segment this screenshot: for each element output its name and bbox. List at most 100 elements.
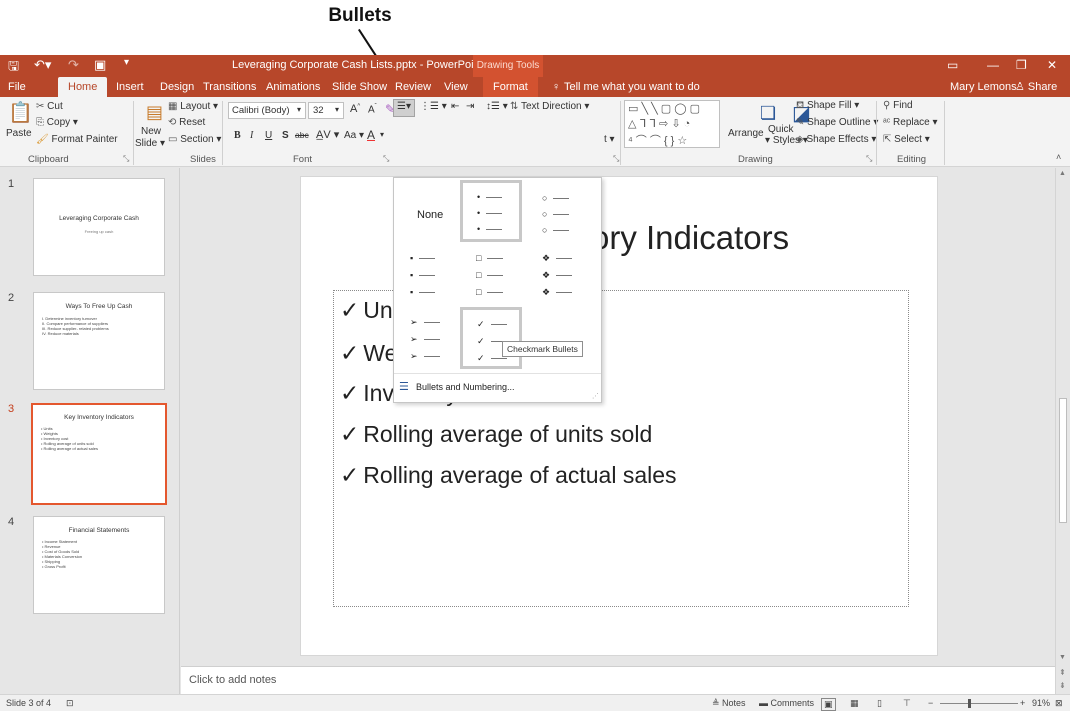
zoom-slider[interactable] (940, 703, 1018, 704)
underline-button[interactable]: U (265, 130, 272, 141)
paste-icon[interactable]: 📋 (8, 100, 33, 125)
minimize-icon[interactable]: — (987, 58, 999, 72)
arrange-icon[interactable]: ❏ (760, 103, 776, 124)
layout-button[interactable]: ▦ Layout ▾ (168, 101, 218, 112)
tab-transitions[interactable]: Transitions (203, 77, 256, 97)
tab-design[interactable]: Design (160, 77, 194, 97)
new-slide-icon[interactable]: ▤ (146, 102, 163, 123)
bullet-line[interactable]: ✓ Rolling average of actual sales (340, 462, 677, 489)
tell-me-search[interactable]: Tell me what you want to do (564, 77, 700, 97)
tab-home[interactable]: Home (58, 77, 108, 97)
drawing-launcher-icon[interactable]: ⤡ (866, 154, 872, 164)
format-painter-button[interactable]: 🖌 Format Painter (36, 134, 118, 145)
close-icon[interactable]: ✕ (1047, 58, 1057, 72)
clipboard-launcher-icon[interactable]: ⤡ (123, 154, 129, 164)
slide-title[interactable]: ory Indicators (591, 219, 789, 257)
bullet-option-hollow-round[interactable]: ○ ○ ○ (528, 181, 590, 243)
text-direction-button[interactable]: ⇅ Text Direction ▾ (510, 101, 589, 112)
tab-slide-show[interactable]: Slide Show (332, 77, 387, 97)
spell-check-icon[interactable]: ⊡ (66, 698, 74, 709)
paragraph-launcher-icon[interactable]: ⤡ (613, 154, 619, 164)
start-from-beginning-icon[interactable]: ▣ (94, 57, 106, 73)
paste-button[interactable]: Paste (6, 128, 32, 139)
tab-file[interactable]: File (8, 77, 26, 97)
comments-toggle[interactable]: ▬ Comments (759, 698, 814, 708)
resize-grip-icon[interactable]: ⋰ (592, 392, 599, 400)
bullet-option-filled-round[interactable]: • • • (460, 180, 522, 242)
slide-sorter-icon[interactable]: ▦ (850, 698, 859, 709)
change-case-button[interactable]: Aa ▾ (344, 130, 364, 141)
convert-to-smartart-partial[interactable]: t ▾ (604, 134, 615, 145)
bullet-option-arrow[interactable]: ➢ ➢ ➢ (396, 309, 458, 371)
bullet-option-filled-square[interactable]: ▪ ▪ ▪ (396, 245, 458, 307)
tab-animations[interactable]: Animations (266, 77, 320, 97)
slide-thumbnail-4[interactable]: Financial Statements • Income Statement … (33, 516, 165, 614)
copy-button[interactable]: ⎘ Copy ▾ (36, 117, 78, 128)
section-button[interactable]: ▭ Section ▾ (168, 134, 221, 145)
notes-pane[interactable]: Click to add notes (181, 666, 1055, 694)
restore-icon[interactable]: ❐ (1016, 58, 1027, 72)
share-button[interactable]: ♙ Share (1015, 77, 1057, 97)
new-slide-dropdown[interactable]: Slide ▾ (135, 138, 165, 149)
font-size-box[interactable]: 32 ▾ (308, 102, 344, 119)
increase-font-size-button[interactable]: A^ (350, 103, 360, 115)
scrollbar-thumb[interactable] (1059, 398, 1067, 523)
font-launcher-icon[interactable]: ⤡ (383, 154, 389, 164)
arrange-button[interactable]: Arrange (728, 128, 764, 139)
collapse-ribbon-icon[interactable]: ˄ (1056, 152, 1061, 162)
customize-qat-icon[interactable]: ▾ (124, 57, 129, 68)
bullet-option-checkmark[interactable]: ✓ ✓ ✓ (460, 307, 522, 369)
new-slide-button[interactable]: New (141, 126, 161, 137)
bullet-option-none[interactable]: None (396, 181, 458, 243)
chevron-down-icon[interactable]: ▾ (380, 130, 384, 139)
decrease-indent-button[interactable]: ⇤ (451, 101, 459, 112)
tab-review[interactable]: Review (395, 77, 431, 97)
slide-thumbnail-1[interactable]: Leveraging Corporate Cash Freeing up cas… (33, 178, 165, 276)
bullet-line[interactable]: ✓ Rolling average of units sold (340, 421, 652, 448)
bullets-and-numbering-item[interactable]: ☰ Bullets and Numbering... ⋰ (394, 373, 601, 402)
bold-button[interactable]: B (234, 130, 241, 141)
scroll-up-icon[interactable]: ▲ (1059, 170, 1066, 177)
slide-thumbnail-2[interactable]: Ways To Free Up Cash I. Determine invent… (33, 292, 165, 390)
numbering-button[interactable]: ⋮☰ ▾ (420, 101, 447, 112)
zoom-slider-thumb[interactable] (968, 699, 971, 708)
scroll-down-icon[interactable]: ▼ (1059, 654, 1066, 661)
select-button[interactable]: ⇱ Select ▾ (883, 134, 930, 145)
italic-button[interactable]: I (250, 130, 253, 141)
tab-insert[interactable]: Insert (116, 77, 144, 97)
cut-button[interactable]: ✂ Cut (36, 101, 63, 112)
reset-button[interactable]: ⟲ Reset (168, 117, 205, 128)
zoom-in-icon[interactable]: + (1020, 698, 1025, 708)
decrease-font-size-button[interactable]: Aˇ (368, 104, 377, 115)
shadow-button[interactable]: S (282, 130, 289, 141)
bullet-option-star[interactable]: ❖ ❖ ❖ (528, 245, 590, 307)
slideshow-view-icon[interactable]: ⊤ (903, 698, 911, 709)
tab-format[interactable]: Format (483, 77, 538, 97)
redo-icon[interactable]: ↷ (68, 57, 79, 73)
fit-to-window-icon[interactable]: ⊠ (1055, 698, 1063, 709)
shape-effects-button[interactable]: ◈ Shape Effects ▾ (796, 134, 876, 145)
bullet-option-hollow-square[interactable]: □ □ □ (462, 245, 524, 307)
previous-slide-icon[interactable]: ⇞ (1059, 668, 1066, 677)
normal-view-icon[interactable]: ▣ (821, 698, 836, 711)
next-slide-icon[interactable]: ⇟ (1059, 681, 1066, 690)
zoom-level[interactable]: 91% (1032, 698, 1050, 708)
bullets-button[interactable]: ☰▾ (393, 99, 415, 117)
slide-thumbnail-3-selected[interactable]: Key Inventory Indicators • Units • Weigh… (31, 403, 167, 505)
increase-indent-button[interactable]: ⇥ (466, 101, 474, 112)
line-spacing-button[interactable]: ↕☰ ▾ (486, 101, 508, 112)
save-icon[interactable]: 🖫 (8, 57, 19, 79)
ribbon-display-options-icon[interactable]: ▭ (947, 58, 958, 72)
shapes-gallery[interactable]: ▭ ╲ ╲ ▢ ◯ ▢ △ ᒣ ᒣ ⇨ ⇩ ◔ ⁴ ⌒ ⌒ { } ☆ (624, 100, 720, 148)
tab-view[interactable]: View (444, 77, 468, 97)
shape-fill-button[interactable]: ⛾ Shape Fill ▾ (796, 100, 859, 113)
undo-icon[interactable]: ↶▾ (34, 57, 51, 73)
bullet-line[interactable]: ✓ Un (340, 297, 393, 324)
vertical-scrollbar[interactable]: ▲ ▼ ⇞ ⇟ (1055, 168, 1070, 694)
character-spacing-button[interactable]: A̲V ▾ (316, 128, 339, 141)
reading-view-icon[interactable]: ▯ (877, 698, 882, 709)
strikethrough-button[interactable]: abc (295, 130, 309, 140)
quick-styles-button[interactable]: Quick (768, 124, 794, 135)
zoom-out-icon[interactable]: − (928, 698, 933, 708)
find-button[interactable]: ⚲ Find (883, 100, 913, 111)
